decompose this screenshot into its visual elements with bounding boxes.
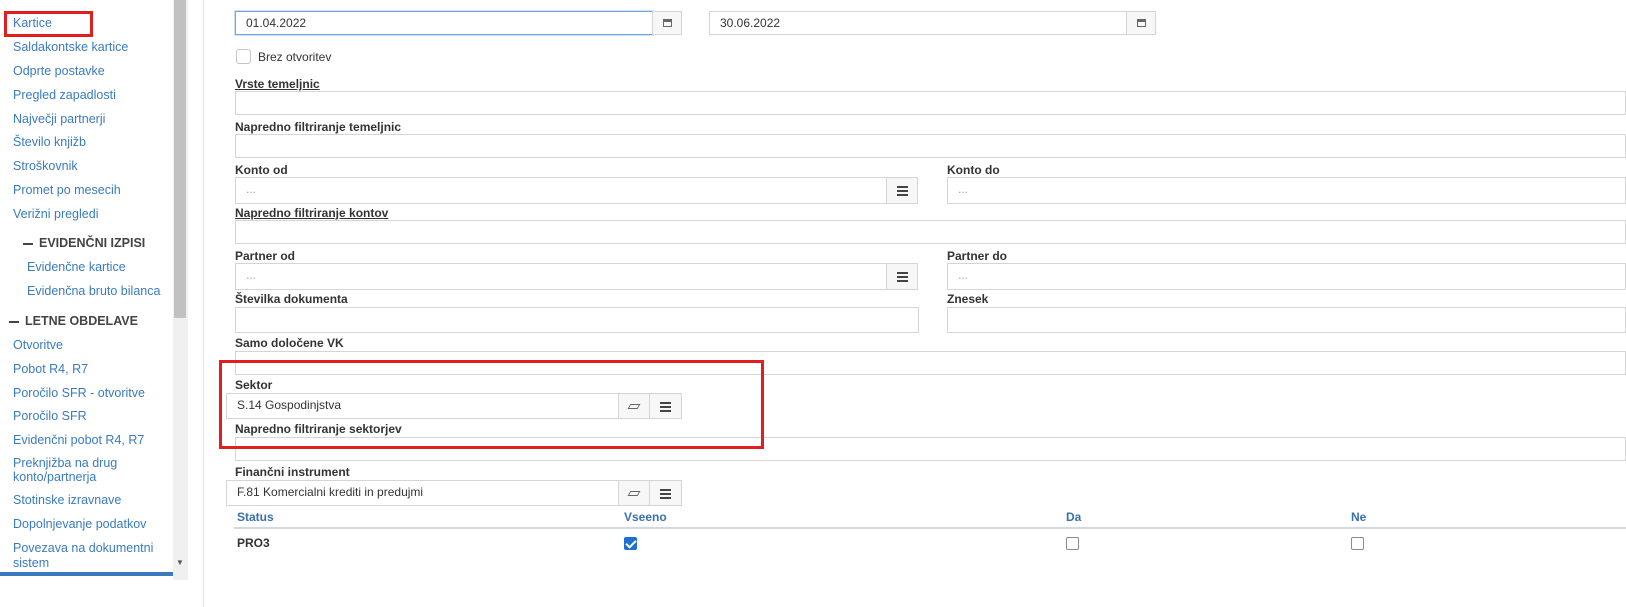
- table-header-divider: [234, 527, 1626, 529]
- konto-od-label: Konto od: [235, 163, 288, 177]
- brez-otvoritev-checkbox[interactable]: [236, 49, 251, 64]
- status-row-name: PRO3: [237, 536, 270, 550]
- vseeno-checkbox[interactable]: [624, 537, 637, 550]
- konto-od-input[interactable]: ...: [235, 177, 887, 204]
- sidebar-item-porocilo-sfr-otvoritve[interactable]: Poročilo SFR - otvoritve: [13, 386, 145, 400]
- znesek-input[interactable]: [947, 307, 1626, 333]
- sidebar-item-preknjizba-line2[interactable]: konto/partnerja: [13, 470, 96, 484]
- partner-od-placeholder: ...: [246, 268, 257, 282]
- list-icon: [896, 272, 908, 282]
- vrste-temeljnic-field[interactable]: [235, 91, 1626, 115]
- sidebar-item-evidencne-kartice[interactable]: Evidenčne kartice: [27, 260, 126, 274]
- sidebar-item-najvecji-partnerji[interactable]: Največji partnerji: [13, 112, 105, 126]
- vrste-temeljnic-link[interactable]: Vrste temeljnic: [235, 77, 320, 91]
- napredno-kontov-field[interactable]: [235, 220, 1626, 244]
- konto-od-list-button[interactable]: [886, 177, 918, 204]
- date-from-input[interactable]: 01.04.2022: [235, 11, 653, 35]
- sidebar-item-dopolnjevanje-podatkov[interactable]: Dopolnjevanje podatkov: [13, 517, 146, 531]
- highlight-box-sektor: [219, 360, 764, 449]
- sidebar-item-povezava-line1[interactable]: Povezava na dokumentni: [13, 541, 153, 555]
- calendar-icon: [1136, 19, 1146, 27]
- partner-do-label: Partner do: [947, 249, 1008, 263]
- section-letne-obdelave[interactable]: LETNE OBDELAVE: [9, 314, 138, 328]
- partner-od-label: Partner od: [235, 249, 296, 263]
- date-to-input[interactable]: 30.06.2022: [709, 11, 1127, 35]
- napredno-temeljnic-field[interactable]: [235, 134, 1626, 158]
- ne-checkbox[interactable]: [1351, 537, 1364, 550]
- eraser-icon: [627, 490, 641, 496]
- konto-do-label: Konto do: [947, 163, 1000, 177]
- sidebar-item-odprte-postavke[interactable]: Odprte postavke: [13, 64, 105, 78]
- brez-otvoritev-label: Brez otvoritev: [258, 50, 332, 64]
- sidebar-item-stotinske-izravnave[interactable]: Stotinske izravnave: [13, 493, 121, 507]
- section-label: LETNE OBDELAVE: [25, 314, 138, 328]
- sidebar-active-bar: [0, 572, 188, 576]
- konto-do-input[interactable]: ...: [947, 177, 1626, 204]
- sidebar-scroll-thumb[interactable]: [174, 0, 186, 318]
- scroll-down-arrow-icon[interactable]: ▼: [176, 558, 184, 567]
- divider: [203, 0, 204, 607]
- section-evidencni-izpisi[interactable]: EVIDENČNI IZPISI: [23, 236, 145, 250]
- znesek-label: Znesek: [947, 292, 989, 306]
- list-icon: [660, 488, 671, 499]
- sidebar-item-evidencna-bruto-bilanca[interactable]: Evidenčna bruto bilanca: [27, 284, 160, 298]
- sidebar: Kartice Saldakontske kartice Odprte post…: [0, 0, 188, 607]
- sidebar-item-pregled-zapadlosti[interactable]: Pregled zapadlosti: [13, 88, 116, 102]
- financni-instrument-label: Finančni instrument: [235, 465, 350, 479]
- sidebar-item-porocilo-sfr[interactable]: Poročilo SFR: [13, 409, 87, 423]
- sidebar-item-stroskovnik[interactable]: Stroškovnik: [13, 159, 78, 173]
- section-label: EVIDENČNI IZPISI: [39, 236, 146, 250]
- financni-list-button[interactable]: [649, 480, 682, 506]
- sidebar-item-otvoritve[interactable]: Otvoritve: [13, 338, 63, 352]
- napredno-kontov-link[interactable]: Napredno filtriranje kontov: [235, 206, 388, 220]
- date-to-calendar-button[interactable]: [1126, 11, 1156, 35]
- partner-od-list-button[interactable]: [886, 263, 918, 290]
- ne-column-header: Ne: [1351, 510, 1367, 524]
- sidebar-item-stevilo-knjizb[interactable]: Število knjižb: [13, 135, 86, 149]
- partner-od-input[interactable]: ...: [235, 263, 887, 290]
- calendar-icon: [662, 19, 672, 27]
- da-column-header: Da: [1066, 510, 1082, 524]
- stevilka-dokumenta-input[interactable]: [235, 307, 919, 333]
- napredno-temeljnic-label: Napredno filtriranje temeljnic: [235, 120, 402, 134]
- da-checkbox[interactable]: [1066, 537, 1079, 550]
- sidebar-item-preknjizba-line1[interactable]: Preknjižba na drug: [13, 456, 117, 470]
- sidebar-item-povezava-line2[interactable]: sistem: [13, 556, 49, 570]
- sidebar-item-saldakontske-kartice[interactable]: Saldakontske kartice: [13, 40, 128, 54]
- collapse-icon: [23, 242, 33, 245]
- financni-instrument-input[interactable]: F.81 Komercialni krediti in predujmi: [226, 480, 619, 506]
- konto-do-placeholder: ...: [958, 182, 969, 196]
- stevilka-dokumenta-label: Številka dokumenta: [235, 292, 348, 306]
- date-from-calendar-button[interactable]: [652, 11, 682, 35]
- financni-clear-button[interactable]: [618, 480, 650, 506]
- sidebar-item-pobot[interactable]: Pobot R4, R7: [13, 362, 88, 376]
- status-column-header: Status: [237, 510, 274, 524]
- highlight-box-kartice: [4, 11, 93, 37]
- partner-do-input[interactable]: ...: [947, 263, 1626, 290]
- collapse-icon: [9, 320, 19, 323]
- samo-vk-label: Samo določene VK: [235, 336, 344, 350]
- konto-od-placeholder: ...: [246, 182, 257, 196]
- sidebar-item-evidencni-pobot[interactable]: Evidenčni pobot R4, R7: [13, 433, 144, 447]
- list-icon: [896, 186, 908, 196]
- vseeno-column-header: Vseeno: [624, 510, 667, 524]
- partner-do-placeholder: ...: [958, 268, 969, 282]
- sidebar-item-verizni-pregledi[interactable]: Verižni pregledi: [13, 207, 98, 221]
- sidebar-item-promet-po-mesecih[interactable]: Promet po mesecih: [13, 183, 121, 197]
